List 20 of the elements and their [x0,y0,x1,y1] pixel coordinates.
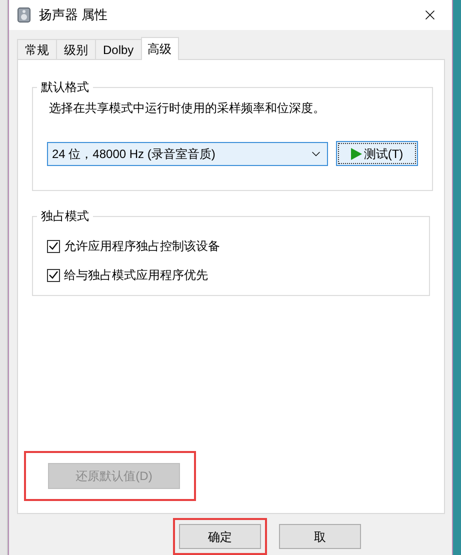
group-title: 默认格式 [40,79,90,96]
format-dropdown[interactable]: 24 位，48000 Hz (录音室音质) [47,142,328,166]
checkbox[interactable] [47,268,60,282]
test-button[interactable]: 测试(T) [336,141,418,166]
check-icon [49,242,58,250]
group-title: 独占模式 [40,208,90,225]
checkbox-label: 允许应用程序独占控制该设备 [64,238,220,255]
tab[interactable]: Dolby [95,39,142,59]
checkbox-label: 给与独占模式应用程序优先 [64,267,208,284]
dialog-button[interactable]: 取 [279,524,361,549]
play-icon [350,148,362,160]
description-text: 选择在共享模式中运行时使用的采样频率和位深度。 [49,100,326,117]
tab[interactable]: 常规 [17,39,57,59]
window-title: 扬声器 属性 [39,6,109,24]
dialog-button[interactable]: 确定 [179,524,261,549]
check-icon [49,271,58,279]
checkbox[interactable] [47,240,60,252]
tab[interactable]: 级别 [56,39,96,59]
speaker-icon [17,7,31,23]
tab[interactable]: 高级 [140,37,179,60]
